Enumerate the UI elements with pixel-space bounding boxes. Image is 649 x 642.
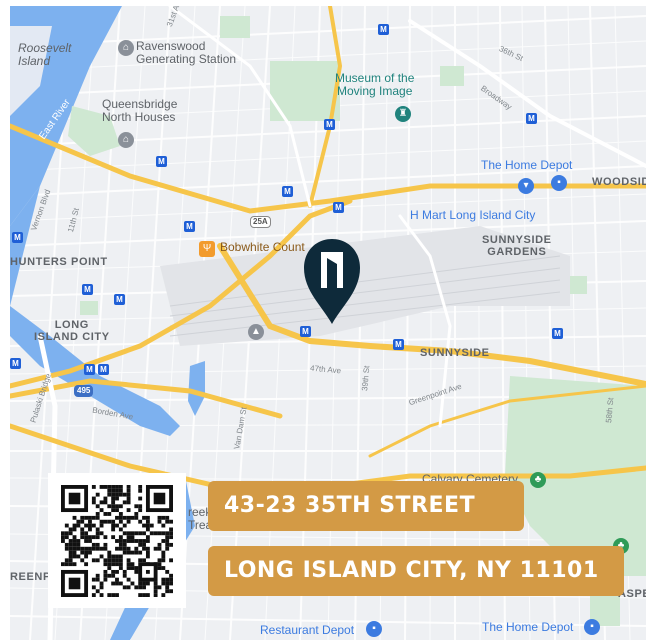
- ravenswood-label: Ravenswood Generating Station: [136, 39, 237, 67]
- shopping-bag-icon[interactable]: ▪: [551, 175, 567, 191]
- subway-station-icon[interactable]: M: [526, 113, 537, 124]
- subway-station-icon[interactable]: M: [98, 364, 109, 375]
- roosevelt-island-label: Roosevelt Island: [18, 41, 72, 69]
- housing-icon: ⌂: [118, 132, 134, 148]
- route-25a-shield: 25A: [250, 216, 271, 228]
- subway-station-icon[interactable]: M: [12, 232, 23, 243]
- home-depot-label-2: The Home Depot: [482, 620, 574, 634]
- address-line-2: LONG ISLAND CITY, NY 11101: [224, 558, 599, 583]
- bobwhite-label: Bobwhite Count: [220, 240, 305, 254]
- subway-station-icon[interactable]: M: [114, 294, 125, 305]
- museum-label: Museum of the Moving Image: [335, 71, 415, 99]
- address-line-1: 43-23 35TH STREET: [224, 493, 476, 518]
- subway-station-icon[interactable]: M: [156, 156, 167, 167]
- subway-station-icon[interactable]: M: [378, 24, 389, 35]
- subway-station-icon[interactable]: M: [282, 186, 293, 197]
- subway-station-icon[interactable]: M: [552, 328, 563, 339]
- greenpoint-partial-label: REENP: [10, 571, 51, 583]
- qr-code[interactable]: [48, 473, 186, 608]
- route-495-shield: 495: [74, 385, 94, 397]
- home-depot-label-1: The Home Depot: [481, 158, 573, 172]
- qr-code-pattern: [61, 485, 173, 597]
- shopping-cart-icon[interactable]: ▾: [518, 178, 534, 194]
- address-line-1-banner: 43-23 35TH STREET: [208, 481, 524, 531]
- restaurant-icon[interactable]: Ψ: [199, 241, 215, 257]
- subway-station-icon[interactable]: M: [84, 364, 95, 375]
- subway-station-icon[interactable]: M: [324, 119, 335, 130]
- subway-station-icon[interactable]: M: [333, 202, 344, 213]
- woodside-label: WOODSID: [592, 176, 646, 188]
- hunters-point-label: HUNTERS POINT: [10, 256, 108, 268]
- subway-station-icon[interactable]: M: [300, 326, 311, 337]
- home-depot-icon-2[interactable]: ▪: [584, 619, 600, 635]
- subway-station-icon[interactable]: M: [184, 221, 195, 232]
- sunnyside-gardens-label: SUNNYSIDE GARDENS: [482, 234, 552, 259]
- sunnyside-label: SUNNYSIDE: [420, 347, 490, 359]
- long-island-city-label: LONG ISLAND CITY: [34, 319, 110, 344]
- power-station-icon: ⌂: [118, 40, 134, 56]
- subway-station-icon[interactable]: M: [10, 358, 21, 369]
- hmart-label: H Mart Long Island City: [410, 208, 536, 222]
- school-icon: ▲: [248, 324, 264, 340]
- museum-icon[interactable]: ♜: [395, 106, 411, 122]
- restaurant-depot-label: Restaurant Depot: [260, 623, 355, 637]
- cemetery-icon[interactable]: ♣: [530, 472, 546, 488]
- subway-station-icon[interactable]: M: [82, 284, 93, 295]
- address-line-2-banner: LONG ISLAND CITY, NY 11101: [208, 546, 624, 596]
- restaurant-depot-icon[interactable]: ▪: [366, 621, 382, 637]
- queensbridge-label: Queensbridge North Houses: [102, 97, 178, 125]
- subway-station-icon[interactable]: M: [393, 339, 404, 350]
